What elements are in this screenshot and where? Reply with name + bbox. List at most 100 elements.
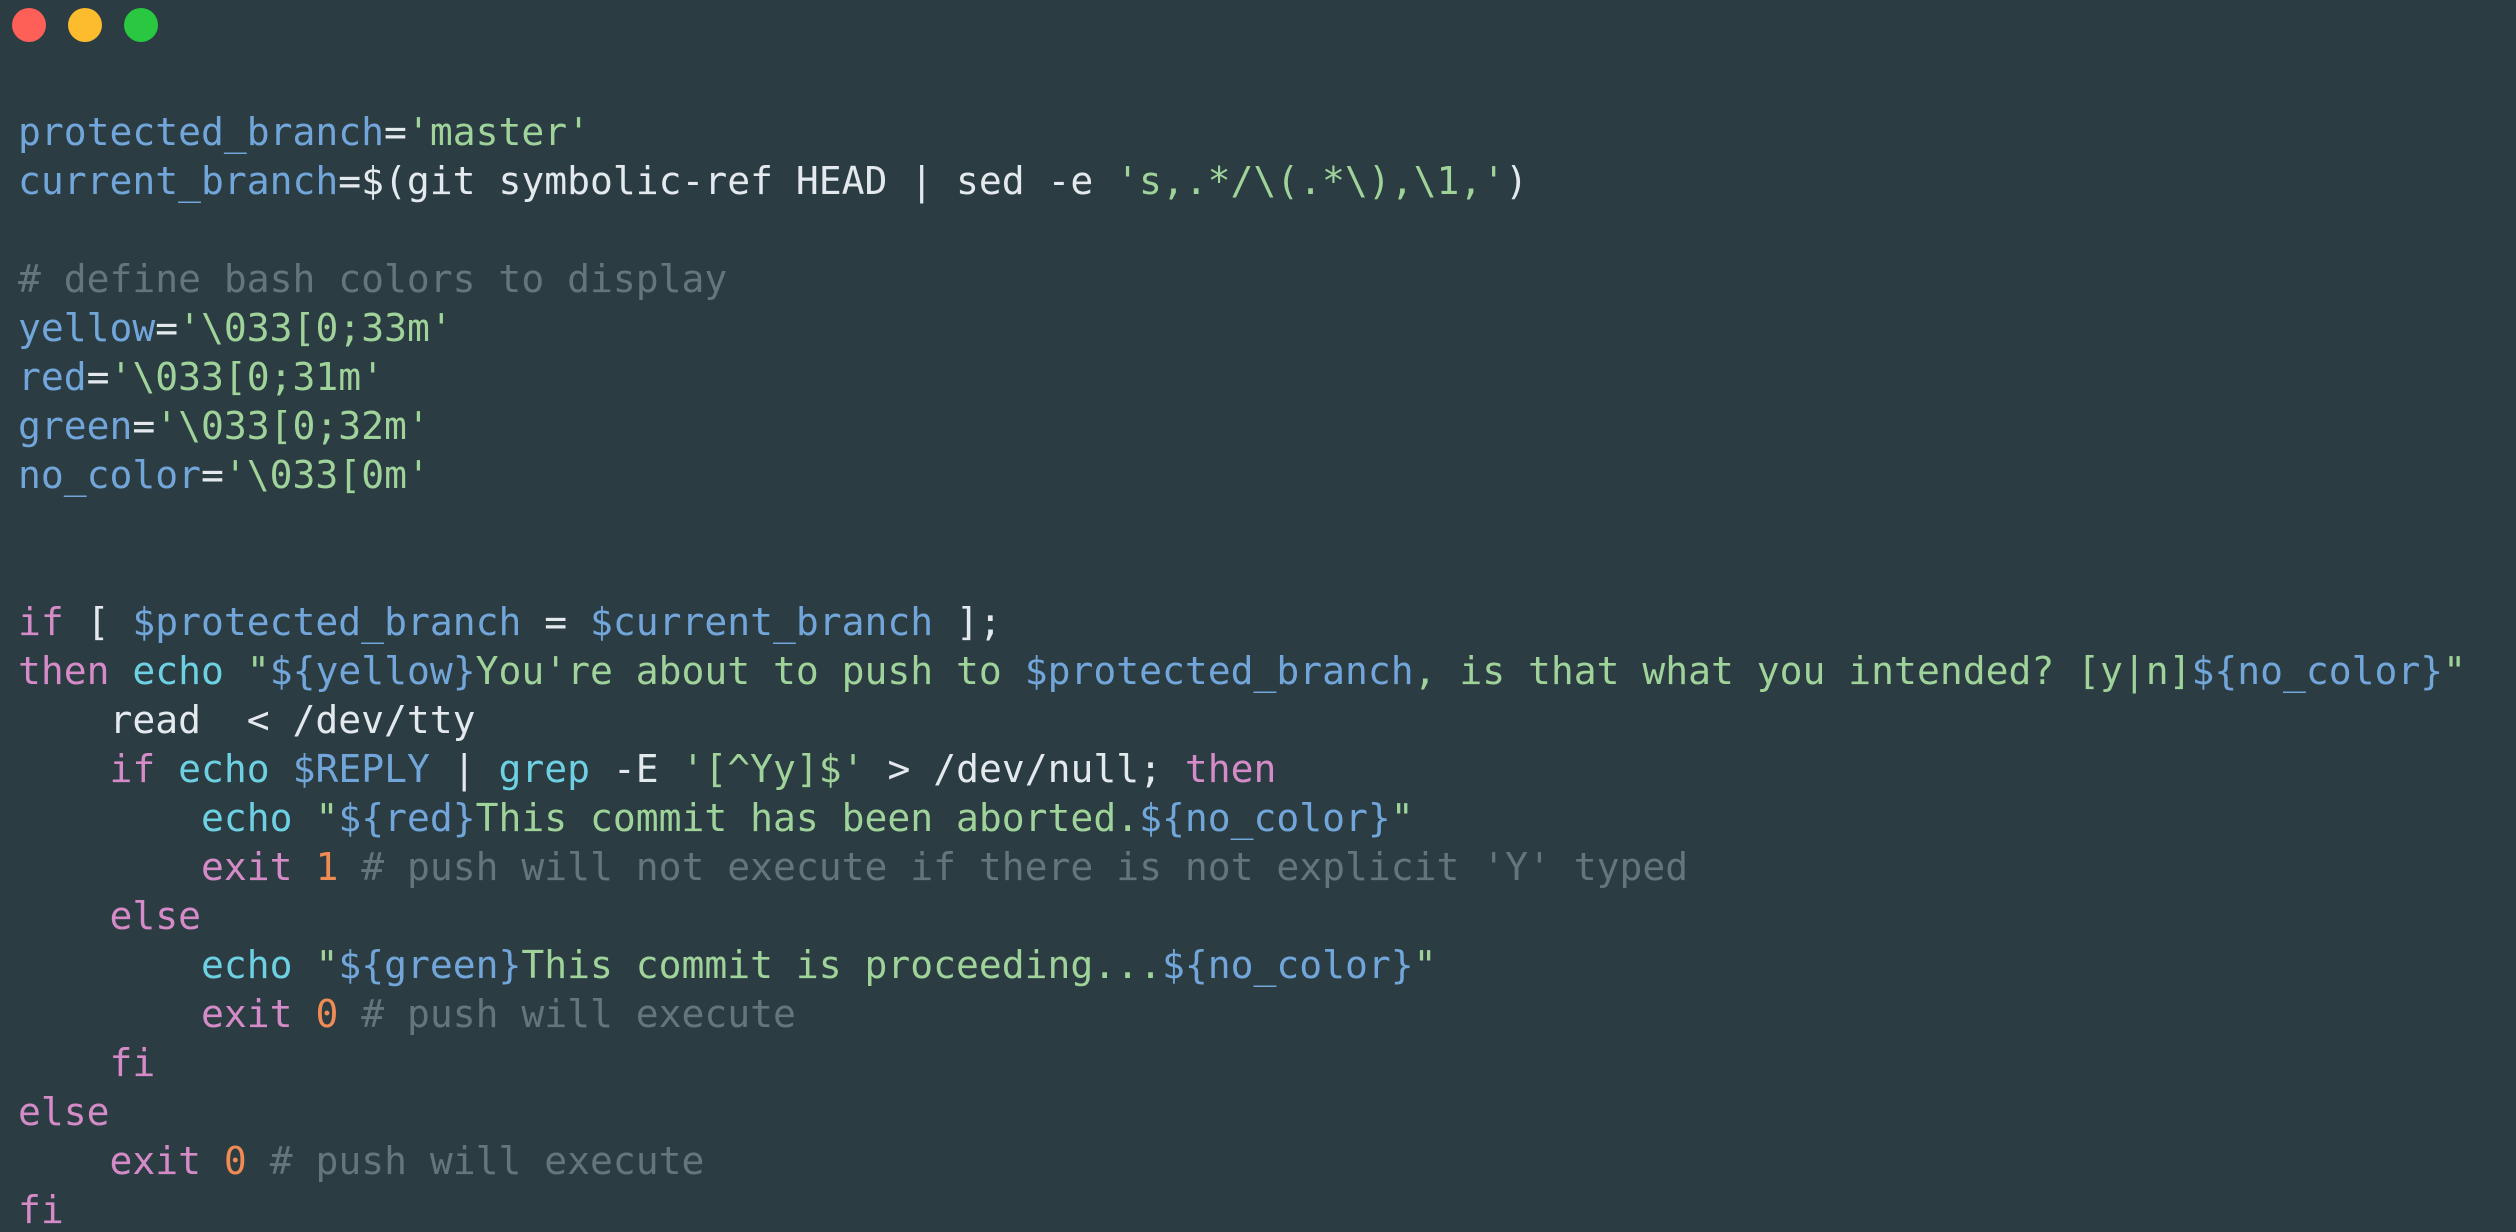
close-button[interactable]	[12, 8, 46, 42]
code-line: read < /dev/tty	[18, 696, 2508, 745]
code-token: $current_branch	[589, 600, 934, 644]
code-token: =	[384, 110, 407, 154]
code-token: fi	[109, 1041, 156, 1085]
code-line: if echo $REPLY | grep -E '[^Yy]$' > /dev…	[18, 745, 2508, 794]
code-token: current_branch	[18, 159, 339, 203]
code-token: exit	[201, 992, 293, 1036]
code-token: 0	[223, 1139, 247, 1183]
minimize-button[interactable]	[68, 8, 102, 42]
code-token: # push will execute	[269, 1139, 705, 1183]
code-token: if	[109, 747, 156, 791]
code-token: echo	[178, 747, 270, 791]
code-token: ${no_color}	[2191, 649, 2444, 693]
code-token: =$(git symbolic-ref HEAD | sed -e	[338, 159, 1117, 203]
code-token: then	[18, 649, 110, 693]
code-line: if [ $protected_branch = $current_branch…	[18, 598, 2508, 647]
code-token: [	[63, 600, 133, 644]
code-editor[interactable]: protected_branch='master' current_branch=…	[18, 108, 2508, 1232]
code-token: ${no_color}	[1161, 943, 1414, 987]
code-token: =	[521, 600, 590, 644]
code-token: 1	[315, 845, 339, 889]
code-line: else	[18, 1088, 2508, 1137]
code-line: fi	[18, 1186, 2508, 1232]
code-line: green='\033[0;32m'	[18, 402, 2508, 451]
code-token: "	[2443, 649, 2467, 693]
code-token: # define bash colors to display	[18, 257, 728, 301]
code-token: "	[246, 649, 270, 693]
code-token: if	[18, 600, 64, 644]
code-token: -E	[590, 747, 682, 791]
code-token: green	[18, 404, 133, 448]
code-token: else	[109, 894, 202, 938]
code-token: exit	[201, 845, 293, 889]
code-token: '[^Yy]$'	[681, 747, 865, 791]
code-token: ${no_color}	[1139, 796, 1391, 840]
code-token: read < /dev/tty	[18, 698, 476, 742]
maximize-button[interactable]	[124, 8, 158, 42]
code-token: '\033[0m'	[223, 453, 430, 497]
code-token: > /dev/null;	[864, 747, 1185, 791]
code-token: ];	[933, 600, 1002, 644]
code-token: red	[18, 355, 87, 399]
code-line: current_branch=$(git symbolic-ref HEAD |…	[18, 157, 2508, 206]
code-token: yellow	[18, 306, 156, 350]
code-token: "	[315, 943, 339, 987]
code-token: ${yellow}	[269, 649, 476, 693]
code-line: red='\033[0;31m'	[18, 353, 2508, 402]
code-line: else	[18, 892, 2508, 941]
code-line: exit 0 # push will execute	[18, 1137, 2508, 1186]
code-token: =	[201, 453, 224, 497]
code-token: echo	[201, 943, 293, 987]
code-token: 's,.*/\(.*\),\1,'	[1116, 159, 1506, 203]
code-token: 'master'	[406, 110, 590, 154]
code-token: This commit is proceeding...	[521, 943, 1162, 987]
code-token: fi	[18, 1188, 64, 1232]
code-line: echo "${red}This commit has been aborted…	[18, 794, 2508, 843]
code-token: 0	[315, 992, 339, 1036]
code-token: |	[429, 747, 499, 791]
code-token: , is that what you intended? [y|n]	[1413, 649, 2192, 693]
code-line: exit 0 # push will execute	[18, 990, 2508, 1039]
code-line: # define bash colors to display	[18, 255, 2508, 304]
code-token: grep	[498, 747, 591, 791]
code-line: yellow='\033[0;33m'	[18, 304, 2508, 353]
code-token: # push will not execute if there is not …	[361, 845, 1689, 889]
code-token: echo	[201, 796, 293, 840]
code-token: You're about to push to	[475, 649, 1025, 693]
code-line: exit 1 # push will not execute if there …	[18, 843, 2508, 892]
code-token: no_color	[18, 453, 202, 497]
code-token: exit	[109, 1139, 202, 1183]
code-token: =	[155, 306, 179, 350]
code-token: '\033[0;32m'	[155, 404, 430, 448]
code-token: $protected_branch	[1024, 649, 1414, 693]
code-line: fi	[18, 1039, 2508, 1088]
code-token: "	[1390, 796, 1414, 840]
code-token: $REPLY	[292, 747, 430, 791]
code-token: $protected_branch	[132, 600, 522, 644]
code-token: '\033[0;31m'	[109, 355, 385, 399]
code-window: protected_branch='master' current_branch=…	[0, 0, 2516, 1232]
code-token: "	[1413, 943, 1437, 987]
code-token: else	[18, 1090, 110, 1134]
code-token: =	[86, 355, 110, 399]
code-token: echo	[132, 649, 224, 693]
code-token: )	[1505, 159, 1528, 203]
